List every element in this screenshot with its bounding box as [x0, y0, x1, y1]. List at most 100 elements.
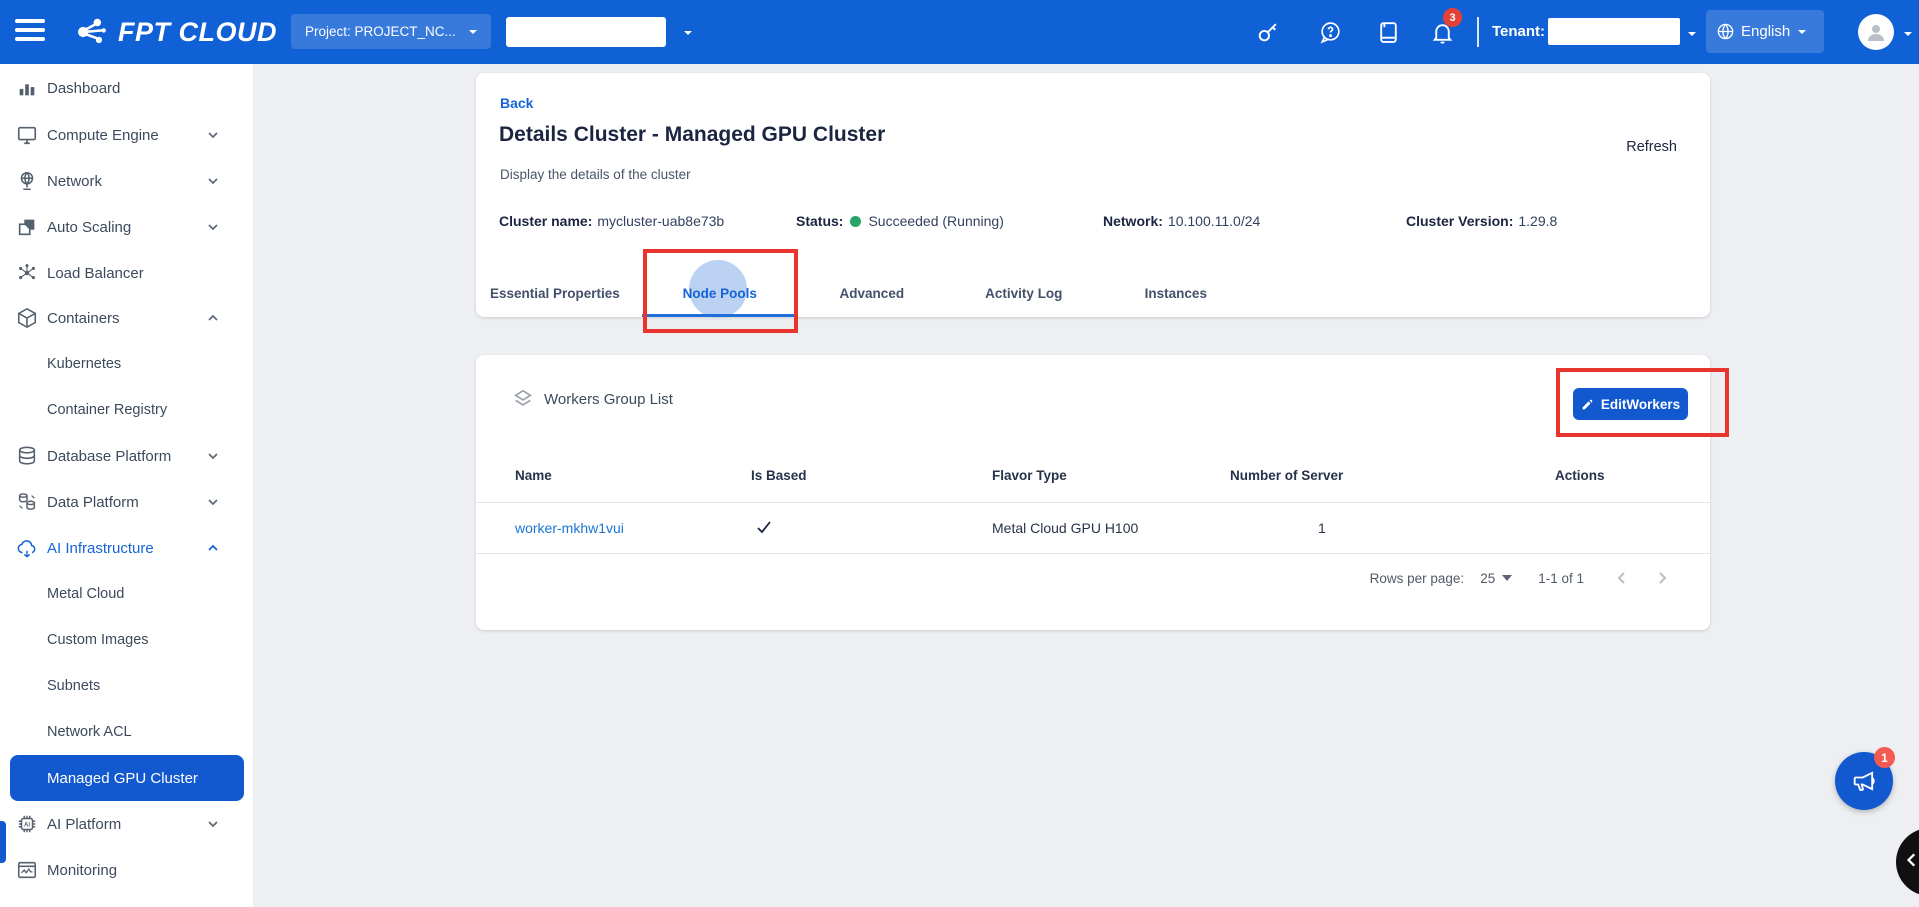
table-pagination: Rows per page: 25 1-1 of 1: [1370, 565, 1676, 591]
combo-chevron-down-icon[interactable]: [682, 27, 694, 39]
cluster-info-row: Cluster name: mycluster-uab8e73b Status:…: [476, 213, 1710, 235]
tab-activity-log[interactable]: Activity Log: [948, 269, 1100, 317]
details-tabs: Essential Properties Node Pools Advanced…: [466, 269, 1252, 317]
sidebar-item-load-balancer[interactable]: Load Balancer: [0, 250, 253, 296]
header-divider: [1477, 17, 1479, 47]
chevron-down-icon: [207, 221, 219, 233]
sidebar-item-compute-engine[interactable]: Compute Engine: [0, 112, 253, 158]
announcements-count-badge: 1: [1874, 747, 1895, 768]
sidebar-item-data-platform[interactable]: Data Platform: [0, 479, 253, 525]
rows-per-page-label: Rows per page:: [1370, 571, 1465, 586]
megaphone-icon: [1850, 767, 1878, 795]
workers-group-card: Workers Group List EditWorkers Name Is B…: [476, 355, 1710, 630]
database-icon: [16, 445, 38, 467]
tab-instances[interactable]: Instances: [1100, 269, 1252, 317]
hamburger-menu-icon[interactable]: [15, 19, 45, 45]
layers-icon: [512, 388, 534, 410]
sidebar-item-auto-scaling[interactable]: Auto Scaling: [0, 204, 253, 250]
header-search-input[interactable]: [506, 17, 666, 47]
sidebar-item-subnets[interactable]: Subnets: [0, 663, 253, 709]
chevron-down-icon: [1502, 575, 1512, 581]
sidebar-item-kubernetes[interactable]: Kubernetes: [0, 341, 253, 387]
sidebar-item-metal-cloud[interactable]: Metal Cloud: [0, 571, 253, 617]
tab-advanced[interactable]: Advanced: [796, 269, 948, 317]
language-chevron-down-icon: [1796, 26, 1808, 38]
user-avatar[interactable]: [1858, 14, 1894, 50]
avatar-chevron-down-icon[interactable]: [1902, 28, 1914, 40]
sidebar-item-dashboard[interactable]: Dashboard: [0, 65, 253, 111]
docs-book-icon[interactable]: [1376, 20, 1401, 45]
pulse-window-icon: [16, 859, 38, 881]
fpt-cloud-logo-icon: [72, 13, 110, 51]
cluster-name-field: Cluster name: mycluster-uab8e73b: [499, 213, 724, 229]
col-header-name: Name: [515, 468, 751, 483]
sidebar-item-network-acl[interactable]: Network ACL: [0, 709, 253, 755]
sidebar-item-containers[interactable]: Containers: [0, 295, 253, 341]
database-stack-icon: [16, 491, 38, 513]
project-selector-value: Project: PROJECT_NC...: [305, 24, 456, 39]
key-icon[interactable]: [1255, 20, 1280, 45]
language-selector[interactable]: English: [1706, 10, 1824, 53]
active-tab-indicator: [642, 314, 794, 317]
tab-essential-properties[interactable]: Essential Properties: [466, 269, 644, 317]
top-header-bar: FPT CLOUD Project: PROJECT_NC... 3 Tenan…: [0, 0, 1919, 64]
refresh-button[interactable]: Refresh: [1626, 139, 1677, 155]
workers-group-header: Workers Group List: [512, 388, 673, 410]
sidebar-item-network[interactable]: Network: [0, 158, 253, 204]
chevron-up-icon: [207, 542, 219, 554]
sidebar-item-database-platform[interactable]: Database Platform: [0, 433, 253, 479]
chevron-down-icon: [207, 129, 219, 141]
chevron-right-icon: [1655, 571, 1669, 585]
cluster-details-card: Back Details Cluster - Managed GPU Clust…: [476, 73, 1710, 317]
notification-count-badge: 3: [1443, 8, 1462, 27]
rows-per-page-select[interactable]: 25: [1480, 571, 1512, 586]
nodes-icon: [16, 262, 38, 284]
table-header-row: Name Is Based Flavor Type Number of Serv…: [476, 460, 1710, 490]
chevron-up-icon: [207, 312, 219, 324]
sidebar-item-ai-platform[interactable]: AI AI Platform: [0, 801, 253, 847]
tab-node-pools[interactable]: Node Pools: [644, 269, 796, 317]
chevron-down-icon: [467, 26, 479, 38]
ai-chip-icon: AI: [16, 813, 38, 835]
table-divider: [476, 553, 1710, 554]
chevron-down-icon: [207, 175, 219, 187]
checkmark-icon: [755, 518, 773, 536]
chevron-down-icon: [207, 450, 219, 462]
sidebar-item-monitoring[interactable]: Monitoring: [0, 847, 253, 893]
workers-group-title: Workers Group List: [544, 391, 673, 408]
sidebar-item-managed-gpu-cluster[interactable]: Managed GPU Cluster: [10, 755, 244, 801]
chevron-down-icon: [207, 818, 219, 830]
project-selector[interactable]: Project: PROJECT_NC...: [291, 14, 491, 49]
cluster-status-field: Status: Succeeded (Running): [796, 213, 1004, 229]
help-chat-icon[interactable]: [1318, 20, 1343, 45]
tenant-chevron-down-icon[interactable]: [1686, 28, 1698, 40]
table-row: worker-mkhw1vui Metal Cloud GPU H100 1: [476, 513, 1710, 543]
collapse-widget-button[interactable]: [1896, 828, 1919, 896]
edit-workers-button[interactable]: EditWorkers: [1573, 388, 1688, 420]
tenant-input[interactable]: [1548, 18, 1680, 45]
chevron-left-icon: [1615, 571, 1629, 585]
bar-chart-icon: [16, 77, 38, 99]
cube-icon: [16, 307, 38, 329]
stacked-squares-icon: [16, 216, 38, 238]
pagination-prev-button[interactable]: [1608, 564, 1636, 592]
page-title: Details Cluster - Managed GPU Cluster: [499, 123, 885, 147]
col-header-is-based: Is Based: [751, 468, 992, 483]
tenant-label: Tenant:: [1492, 23, 1545, 40]
back-link[interactable]: Back: [500, 95, 533, 111]
flavor-type-value: Metal Cloud GPU H100: [992, 520, 1230, 536]
language-label: English: [1741, 23, 1790, 40]
sidebar-item-ai-infrastructure[interactable]: AI Infrastructure: [0, 525, 253, 571]
worker-name-link[interactable]: worker-mkhw1vui: [515, 520, 624, 536]
globe-stand-icon: [16, 170, 38, 192]
sidebar-item-custom-images[interactable]: Custom Images: [0, 617, 253, 663]
pagination-next-button[interactable]: [1648, 564, 1676, 592]
status-dot-green: [850, 216, 861, 227]
sidebar-nav: Dashboard Compute Engine Network Auto Sc…: [0, 64, 253, 907]
chevron-down-icon: [207, 496, 219, 508]
pagination-range-label: 1-1 of 1: [1538, 571, 1584, 586]
page-subtitle: Display the details of the cluster: [500, 167, 691, 182]
sidebar-item-container-registry[interactable]: Container Registry: [0, 387, 253, 433]
globe-icon: [1716, 22, 1735, 41]
fpt-cloud-logo: FPT CLOUD: [72, 13, 277, 51]
